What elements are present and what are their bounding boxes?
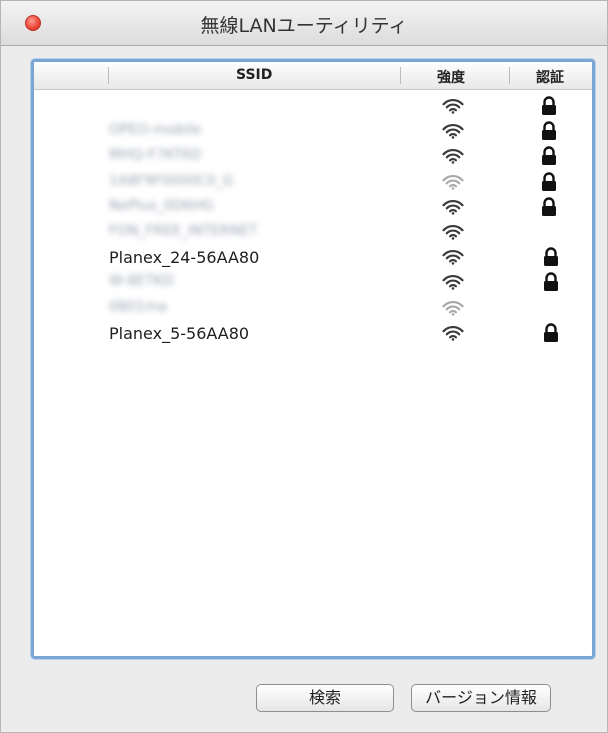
network-ssid: MHQ-F7KT6D	[109, 147, 202, 164]
lock-icon	[542, 247, 560, 267]
network-ssid: W-8ETKD	[109, 273, 174, 290]
column-header-auth[interactable]: 認証	[536, 67, 564, 87]
window-title: 無線LANユーティリティ	[200, 15, 408, 37]
lock-icon	[542, 323, 560, 343]
wifi-icon	[442, 274, 464, 291]
lock-icon	[540, 171, 558, 192]
network-row[interactable]	[34, 95, 592, 119]
wifi-icon	[442, 123, 464, 139]
lock-icon	[540, 197, 558, 217]
lock-icon	[540, 121, 558, 141]
network-row[interactable]: W-8ETKD	[34, 271, 592, 295]
wifi-icon	[442, 148, 464, 165]
network-row[interactable]: OPEO-mobile	[34, 120, 592, 144]
wifi-icon	[442, 199, 464, 215]
wifi-icon	[442, 98, 464, 114]
lock-icon	[540, 96, 558, 116]
column-header-strength[interactable]: 強度	[437, 67, 465, 87]
network-row[interactable]: 1A8F9F0000C0_G	[34, 171, 592, 195]
header-divider	[509, 67, 510, 84]
network-ssid: 0801ma	[109, 298, 167, 315]
network-ssid: OPEO-mobile	[109, 122, 202, 139]
header-divider	[108, 67, 109, 84]
network-ssid: Planex_5-56AA80	[109, 323, 250, 343]
network-row[interactable]: MHQ-F7KT6D	[34, 145, 592, 169]
header-divider	[400, 67, 401, 84]
lock-icon	[540, 146, 558, 166]
network-ssid: Planex_24-56AA80	[109, 248, 260, 268]
network-row[interactable]: Planex_5-56AA80	[34, 322, 592, 346]
network-row[interactable]: FON_FREE_INTERNET	[34, 221, 592, 245]
column-header-ssid[interactable]: SSID	[236, 67, 272, 83]
search-button[interactable]: 検索	[256, 684, 394, 712]
network-list[interactable]: SSID 強度 認証 OPEO-mobile MHQ-F7KT6D 1A8F9F00…	[31, 59, 595, 659]
list-header: SSID 強度 認証	[34, 62, 592, 90]
version-info-button[interactable]: バージョン情報	[411, 684, 551, 712]
wifi-icon	[442, 325, 464, 341]
wifi-icon	[442, 249, 464, 265]
network-ssid: FON_FREE_INTERNET	[109, 223, 258, 239]
network-ssid: 1A8F9F0000C0_G	[109, 172, 234, 189]
network-row[interactable]: NePlus_0D6HG	[34, 196, 592, 220]
wifi-icon	[442, 224, 464, 240]
wifi-icon	[442, 174, 464, 190]
title-bar[interactable]: 無線LANユーティリティ	[1, 1, 607, 46]
lock-icon	[542, 272, 560, 292]
utility-window: 無線LANユーティリティ SSID 強度 認証 OPEO-mobile MHQ-F…	[0, 0, 608, 733]
network-ssid: NePlus_0D6HG	[109, 197, 214, 214]
network-row[interactable]: 0801ma	[34, 297, 592, 321]
network-row[interactable]: Planex_24-56AA80	[34, 246, 592, 270]
wifi-icon	[442, 300, 464, 316]
